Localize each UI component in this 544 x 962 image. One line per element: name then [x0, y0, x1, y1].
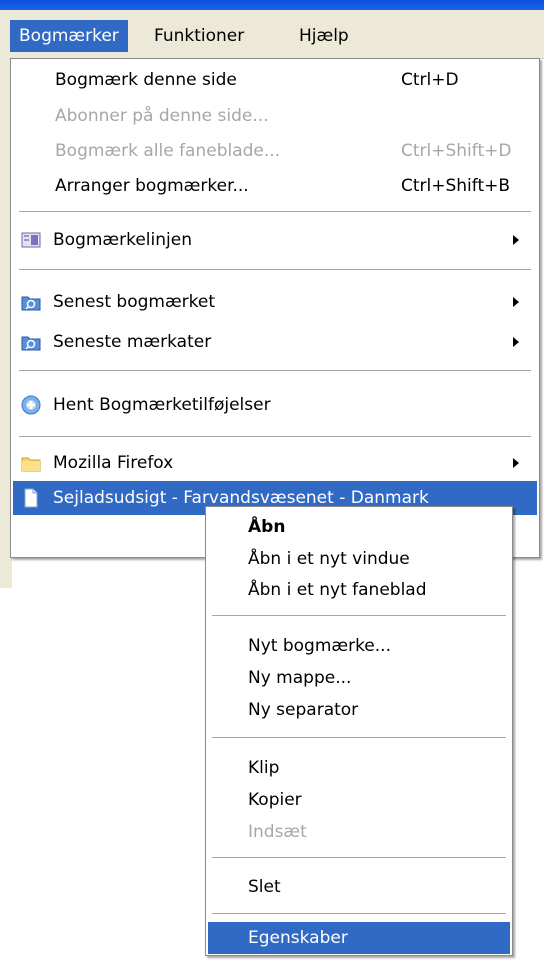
context-item-label: Slet — [248, 877, 281, 897]
submenu-arrow-icon — [513, 235, 519, 245]
menu-item-label: Arranger bogmærker... — [55, 176, 249, 196]
menu-item-label: Seneste mærkater — [53, 332, 212, 352]
bookmarks-dropdown-menu: Bogmærk denne side Ctrl+D Abonner på den… — [10, 58, 540, 558]
menu-item-label: Hent Bogmærketilføjelser — [53, 395, 271, 415]
window-titlebar — [0, 0, 544, 10]
addons-globe-icon — [21, 395, 41, 415]
submenu-arrow-icon — [513, 337, 519, 347]
menu-separator — [19, 211, 531, 213]
menu-item-bookmark-this-page[interactable]: Bogmærk denne side Ctrl+D — [13, 63, 537, 97]
menu-item-get-bookmark-addons[interactable]: Hent Bogmærketilføjelser — [13, 388, 537, 422]
menu-help[interactable]: Hjælp — [290, 20, 358, 52]
context-item-open-new-window[interactable]: Åbn i et nyt vindue — [208, 543, 510, 575]
menu-separator — [19, 370, 531, 372]
smart-folder-icon — [21, 336, 41, 351]
context-item-label: Kopier — [248, 790, 302, 810]
context-item-label: Egenskaber — [248, 928, 348, 948]
menu-item-bookmarks-toolbar[interactable]: Bogmærkelinjen — [13, 223, 537, 257]
context-item-cut[interactable]: Klip — [208, 752, 510, 784]
menu-item-label: Senest bogmærket — [53, 292, 215, 312]
menu-item-bookmark-all-tabs[interactable]: Bogmærk alle faneblade... Ctrl+Shift+D — [13, 134, 537, 168]
menu-bookmarks[interactable]: Bogmærker — [10, 20, 128, 52]
context-item-properties[interactable]: Egenskaber — [208, 922, 510, 954]
menu-tools[interactable]: Funktioner — [145, 20, 253, 52]
context-item-new-separator[interactable]: Ny separator — [208, 694, 510, 726]
menu-item-label: Bogmærk alle faneblade... — [55, 141, 281, 161]
menu-separator — [212, 857, 506, 859]
context-item-label: Indsæt — [248, 822, 307, 842]
context-item-open-new-tab[interactable]: Åbn i et nyt faneblad — [208, 574, 510, 606]
menu-separator — [19, 436, 531, 438]
menu-bar: Bogmærker Funktioner Hjælp — [0, 10, 544, 59]
menu-separator — [212, 913, 506, 915]
context-item-label: Ny separator — [248, 700, 359, 720]
submenu-arrow-icon — [513, 458, 519, 468]
smart-folder-icon — [21, 296, 41, 311]
context-item-label: Åbn — [248, 517, 286, 537]
menu-item-recently-bookmarked[interactable]: Senest bogmærket — [13, 285, 537, 319]
page-icon — [24, 488, 38, 508]
menu-item-mozilla-firefox-folder[interactable]: Mozilla Firefox — [13, 446, 537, 480]
shortcut-label: Ctrl+Shift+B — [401, 176, 511, 196]
context-item-new-bookmark[interactable]: Nyt bogmærke... — [208, 630, 510, 662]
menu-separator — [212, 737, 506, 739]
context-item-delete[interactable]: Slet — [208, 871, 510, 903]
menu-item-label: Bogmærk denne side — [55, 70, 237, 90]
folder-icon — [21, 457, 41, 472]
menu-item-subscribe[interactable]: Abonner på denne side... — [13, 99, 537, 133]
context-item-label: Åbn i et nyt faneblad — [248, 580, 427, 600]
bookmark-context-menu: Åbn Åbn i et nyt vindue Åbn i et nyt fan… — [205, 506, 513, 956]
context-item-label: Nyt bogmærke... — [248, 636, 391, 656]
menu-item-organize-bookmarks[interactable]: Arranger bogmærker... Ctrl+Shift+B — [13, 169, 537, 203]
menu-item-label: Abonner på denne side... — [55, 106, 269, 126]
context-item-new-folder[interactable]: Ny mappe... — [208, 662, 510, 694]
context-item-open[interactable]: Åbn — [208, 511, 510, 543]
menu-separator — [19, 269, 531, 271]
bookmarks-toolbar-icon — [21, 232, 41, 248]
submenu-arrow-icon — [513, 297, 519, 307]
shortcut-label: Ctrl+D — [401, 70, 459, 90]
context-item-label: Klip — [248, 758, 280, 778]
menu-separator — [212, 615, 506, 617]
menu-item-label: Bogmærkelinjen — [53, 230, 192, 250]
menu-item-label: Mozilla Firefox — [53, 453, 174, 473]
context-item-label: Åbn i et nyt vindue — [248, 549, 410, 569]
context-item-paste[interactable]: Indsæt — [208, 816, 510, 848]
menu-item-recent-tags[interactable]: Seneste mærkater — [13, 325, 537, 359]
shortcut-label: Ctrl+Shift+D — [401, 141, 512, 161]
context-item-label: Ny mappe... — [248, 668, 352, 688]
context-item-copy[interactable]: Kopier — [208, 784, 510, 816]
